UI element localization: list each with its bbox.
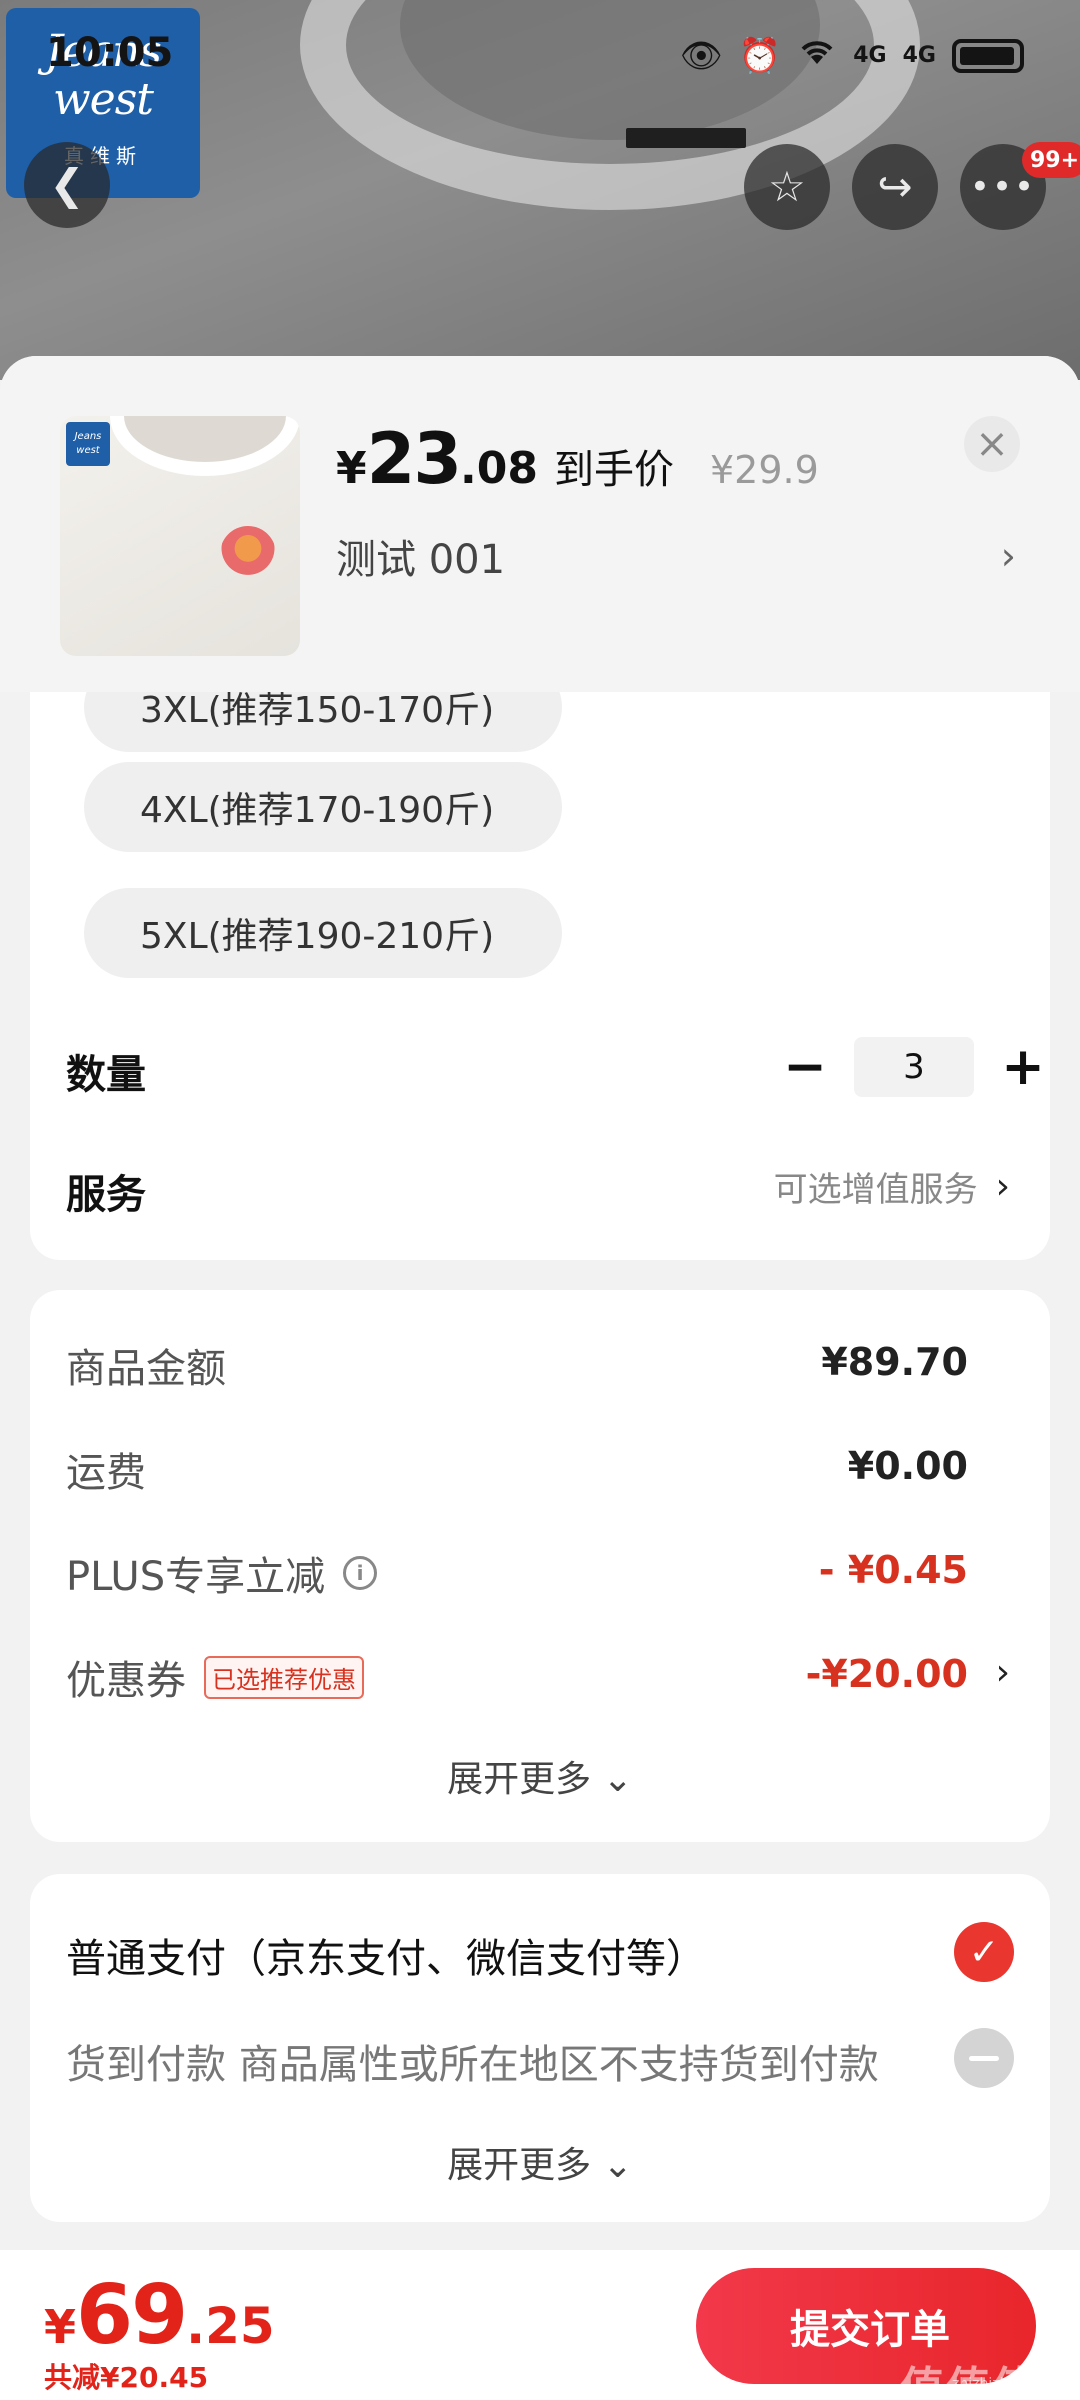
- expand-more-amounts[interactable]: 展开更多 ⌄: [30, 1750, 1050, 1802]
- star-icon: ☆: [768, 162, 806, 211]
- chevron-right-icon: ›: [1000, 534, 1016, 578]
- total-price: ¥ 69 .25: [44, 2268, 275, 2363]
- plus-discount-label: PLUS专享立减 i: [66, 1544, 378, 1602]
- alarm-icon: ⏰: [738, 35, 782, 76]
- chevron-down-icon: ⌄: [602, 2145, 633, 2186]
- total-decimal: .25: [186, 2297, 275, 2355]
- shipping-label: 运费: [66, 1440, 146, 1498]
- service-value: 可选增值服务: [773, 1170, 978, 1210]
- price-tag: 到手价: [554, 447, 674, 493]
- product-thumbnail[interactable]: Jeans west: [60, 416, 300, 656]
- amount-summary-card: 商品金额 ¥89.70 运费 ¥0.00 PLUS专享立减 i - ¥0.45 …: [30, 1290, 1050, 1842]
- purchase-sheet: Jeans west ¥ 23 .08 到手价 ¥29.9 × 测试 001 › …: [0, 356, 1080, 2400]
- payment-card: 普通支付（京东支付、微信支付等） ✓ 货到付款 商品属性或所在地区不支持货到付款…: [30, 1874, 1050, 2222]
- notification-badge: 99+: [1022, 142, 1080, 178]
- plus-discount-value: - ¥0.45: [818, 1548, 968, 1592]
- coupon-badge: 已选推荐优惠: [204, 1655, 364, 1699]
- coupon-text: 优惠券: [66, 1658, 186, 1704]
- expand-more-text: 展开更多: [447, 1759, 592, 1800]
- size-option-3xl[interactable]: 3XL(推荐150-170斤): [84, 692, 562, 752]
- coupon-label: 优惠券 已选推荐优惠: [66, 1648, 364, 1706]
- expand-more-text: 展开更多: [447, 2145, 592, 2186]
- info-icon[interactable]: i: [343, 1556, 378, 1590]
- size-option-label: 3XL(推荐150-170斤): [140, 692, 495, 731]
- battery-icon: [952, 38, 1024, 73]
- plus-discount-text: PLUS专享立减: [66, 1554, 326, 1600]
- disabled-radio-icon: [954, 2028, 1014, 2088]
- favorite-button[interactable]: ☆: [744, 144, 830, 230]
- shipping-text: 运费: [66, 1450, 146, 1496]
- payment-option-normal[interactable]: 普通支付（京东支付、微信支付等）: [66, 1926, 706, 1984]
- total-saving: 共减¥20.45: [44, 2361, 209, 2394]
- total-integer: 69: [76, 2268, 188, 2363]
- original-price: ¥29.9: [710, 448, 819, 492]
- chevron-down-icon: ⌄: [602, 1759, 633, 1800]
- quantity-increase-button[interactable]: +: [988, 1032, 1050, 1102]
- total-currency: ¥: [44, 2300, 77, 2354]
- signal-icon: 4G: [853, 43, 887, 68]
- thumbnail-print: [220, 526, 276, 582]
- share-button[interactable]: ↪: [852, 144, 938, 230]
- goods-amount-label: 商品金额: [66, 1336, 226, 1394]
- chevron-right-icon[interactable]: ›: [996, 1652, 1010, 1693]
- watermark-url: zhizhizhi.com: [952, 2376, 1047, 2392]
- neck-label: [626, 128, 746, 148]
- selected-spec: 测试 001: [336, 537, 506, 583]
- back-arrow-icon: ❮: [49, 160, 85, 209]
- expand-more-payment[interactable]: 展开更多 ⌄: [30, 2136, 1050, 2188]
- goods-amount-text: 商品金额: [66, 1346, 226, 1392]
- status-icons: 👁 ⏰ 4G 4G: [680, 34, 1024, 77]
- product-header: Jeans west ¥ 23 .08 到手价 ¥29.9 × 测试 001 ›: [0, 356, 1080, 692]
- selected-spec-row[interactable]: 测试 001 ›: [336, 526, 1016, 586]
- share-icon: ↪: [877, 162, 913, 211]
- close-icon: ×: [975, 421, 1009, 467]
- quantity-label: 数量: [66, 1052, 146, 1098]
- quantity-stepper: − 3 +: [770, 1032, 1050, 1102]
- wifi-icon: [797, 34, 837, 77]
- price-decimal: .08: [460, 443, 538, 494]
- more-dots-icon: •••: [969, 167, 1037, 207]
- goods-amount-value: ¥89.70: [821, 1340, 968, 1384]
- close-button[interactable]: ×: [964, 416, 1020, 472]
- shipping-value: ¥0.00: [847, 1444, 968, 1488]
- price-row: ¥ 23 .08 到手价 ¥29.9: [336, 418, 819, 500]
- status-bar: 10:05 👁 ⏰ 4G 4G: [0, 0, 1080, 110]
- quantity-input[interactable]: 3: [854, 1037, 974, 1097]
- thumbnail-collar: [110, 416, 300, 476]
- size-option-5xl[interactable]: 5XL(推荐190-210斤): [84, 888, 562, 978]
- price-integer: 23: [366, 418, 462, 500]
- coupon-value[interactable]: -¥20.00: [806, 1652, 968, 1696]
- service-label: 服务: [66, 1172, 146, 1218]
- thumbnail-brand-logo: Jeans west: [66, 422, 110, 466]
- chevron-right-icon: ›: [995, 1166, 1010, 1207]
- price-currency: ¥: [336, 443, 367, 494]
- service-selector[interactable]: 可选增值服务 ›: [774, 1162, 1010, 1211]
- size-option-4xl[interactable]: 4XL(推荐170-190斤): [84, 762, 562, 852]
- size-option-label: 4XL(推荐170-190斤): [140, 790, 495, 831]
- back-button[interactable]: ❮: [24, 142, 110, 228]
- checkmark-icon[interactable]: ✓: [954, 1922, 1014, 1982]
- options-card: 3XL(推荐150-170斤) 4XL(推荐170-190斤) 5XL(推荐19…: [30, 692, 1050, 1260]
- eye-icon: 👁: [679, 35, 723, 76]
- size-option-label: 5XL(推荐190-210斤): [140, 916, 495, 957]
- quantity-decrease-button[interactable]: −: [770, 1032, 840, 1102]
- signal-icon-2: 4G: [902, 43, 936, 68]
- status-time: 10:05: [46, 30, 174, 76]
- payment-option-cod: 货到付款 商品属性或所在地区不支持货到付款: [66, 2042, 879, 2088]
